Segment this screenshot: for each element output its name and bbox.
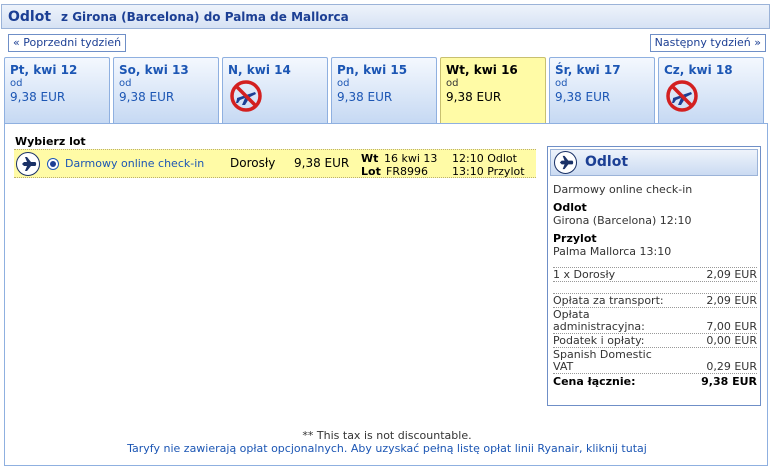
flight-number: FR8996 — [386, 165, 428, 178]
cost-value: 2,09 EUR — [706, 294, 757, 307]
day-tab-tue-16[interactable]: Wt, kwi 16 od 9,38 EUR — [440, 57, 546, 123]
fare-type-label[interactable]: Darmowy online check-in — [65, 157, 204, 170]
day-from-label: od — [337, 78, 350, 89]
cost-label: Opłata za transport: — [553, 294, 664, 307]
departure-value: Girona (Barcelona) 12:10 — [553, 214, 692, 227]
cost-value: 0,29 EUR — [706, 360, 757, 373]
summary-header: Odlot — [550, 149, 758, 176]
summary-body: Darmowy online check-in Odlot Girona (Ba… — [553, 183, 757, 388]
select-flight-heading: Wybierz lot — [15, 135, 86, 148]
day-label: So, kwi 13 — [119, 63, 189, 77]
plane-icon — [554, 151, 577, 174]
day-tab-fri-12[interactable]: Pt, kwi 12 od 9,38 EUR — [4, 57, 110, 123]
day-price: 9,38 EUR — [10, 90, 66, 104]
passenger-type: Dorosły — [230, 156, 276, 170]
day-from-label: od — [119, 78, 132, 89]
flight-option-row[interactable]: Darmowy online check-in Dorosły 9,38 EUR… — [14, 149, 536, 178]
cost-value: 2,09 EUR — [706, 268, 757, 281]
plane-icon — [16, 152, 40, 176]
cost-label: Spanish Domestic VAT — [553, 348, 652, 373]
flight-price: 9,38 EUR — [294, 156, 350, 170]
day-label: N, kwi 14 — [228, 63, 291, 77]
flight-panel: Wybierz lot Darmowy online check-in Doro… — [4, 123, 768, 466]
page-title: Odlot — [8, 8, 52, 25]
cost-label: 1 x Dorosły — [553, 268, 616, 281]
flight-key-label: Lot — [361, 165, 381, 178]
day-tabs: Pt, kwi 12 od 9,38 EUR So, kwi 13 od 9,3… — [4, 57, 768, 123]
no-flight-icon — [666, 80, 698, 112]
previous-week-button[interactable]: « Poprzedni tydzień — [8, 34, 127, 52]
day-tab-thu-18: Cz, kwi 18 — [658, 57, 764, 123]
cost-value: 7,00 EUR — [706, 320, 757, 333]
departure-label: Odlot — [553, 201, 587, 214]
day-tab-mon-15[interactable]: Pn, kwi 15 od 9,38 EUR — [331, 57, 437, 123]
cost-row-transport: Opłata za transport: 2,09 EUR — [553, 294, 757, 308]
day-from-label: od — [10, 78, 23, 89]
day-label: Wt, kwi 16 — [446, 63, 518, 77]
day-label: Pn, kwi 15 — [337, 63, 408, 77]
day-label: Śr, kwi 17 — [555, 63, 621, 77]
flight-date: 16 kwi 13 — [384, 152, 438, 165]
arrival-label: Przylot — [553, 232, 597, 245]
total-value: 9,38 EUR — [701, 375, 757, 388]
flight-radio-button[interactable] — [47, 158, 59, 170]
day-tab-wed-17[interactable]: Śr, kwi 17 od 9,38 EUR — [549, 57, 655, 123]
date-key-label: Wt — [361, 152, 379, 165]
total-price-row: Cena łącznie: 9,38 EUR — [553, 374, 757, 388]
cost-row-admin: Opłata administracyjna: 7,00 EUR — [553, 308, 757, 334]
arrival-time: 13:10 Przylot — [452, 165, 525, 178]
arrival-value: Palma Mallorca 13:10 — [553, 245, 672, 258]
day-label: Pt, kwi 12 — [10, 63, 78, 77]
departure-time: 12:10 Odlot — [452, 152, 517, 165]
next-week-button[interactable]: Następny tydzień » — [649, 34, 766, 52]
cost-label: Opłata administracyjna: — [553, 308, 645, 333]
day-price: 9,38 EUR — [119, 90, 175, 104]
day-from-label: od — [555, 78, 568, 89]
day-price: 9,38 EUR — [446, 90, 502, 104]
page-header: Odlot z Girona (Barcelona) do Palma de M… — [1, 4, 770, 29]
cost-value: 0,00 EUR — [706, 334, 757, 347]
day-from-label: od — [446, 78, 459, 89]
summary-fare: Darmowy online check-in — [553, 183, 693, 196]
day-label: Cz, kwi 18 — [664, 63, 733, 77]
day-tab-sat-13[interactable]: So, kwi 13 od 9,38 EUR — [113, 57, 219, 123]
day-tab-sun-14: N, kwi 14 — [222, 57, 328, 123]
total-label: Cena łącznie: — [553, 375, 636, 388]
cost-row-taxes: Podatek i opłaty: 0,00 EUR — [553, 334, 757, 348]
tax-note: ** This tax is not discountable. — [302, 429, 472, 442]
day-price: 9,38 EUR — [337, 90, 393, 104]
cost-label: Podatek i opłaty: — [553, 334, 645, 347]
summary-title: Odlot — [585, 154, 629, 170]
day-price: 9,38 EUR — [555, 90, 611, 104]
price-summary-box: Odlot Darmowy online check-in Odlot Giro… — [547, 146, 761, 406]
cost-row-vat: Spanish Domestic VAT 0,29 EUR — [553, 348, 757, 374]
no-flight-icon — [230, 80, 262, 112]
passenger-cost-row: 1 x Dorosły 2,09 EUR — [553, 267, 757, 282]
route-title: z Girona (Barcelona) do Palma de Mallorc… — [61, 9, 349, 24]
fees-link[interactable]: Taryfy nie zawierają opłat opcjonalnych.… — [5, 442, 769, 455]
